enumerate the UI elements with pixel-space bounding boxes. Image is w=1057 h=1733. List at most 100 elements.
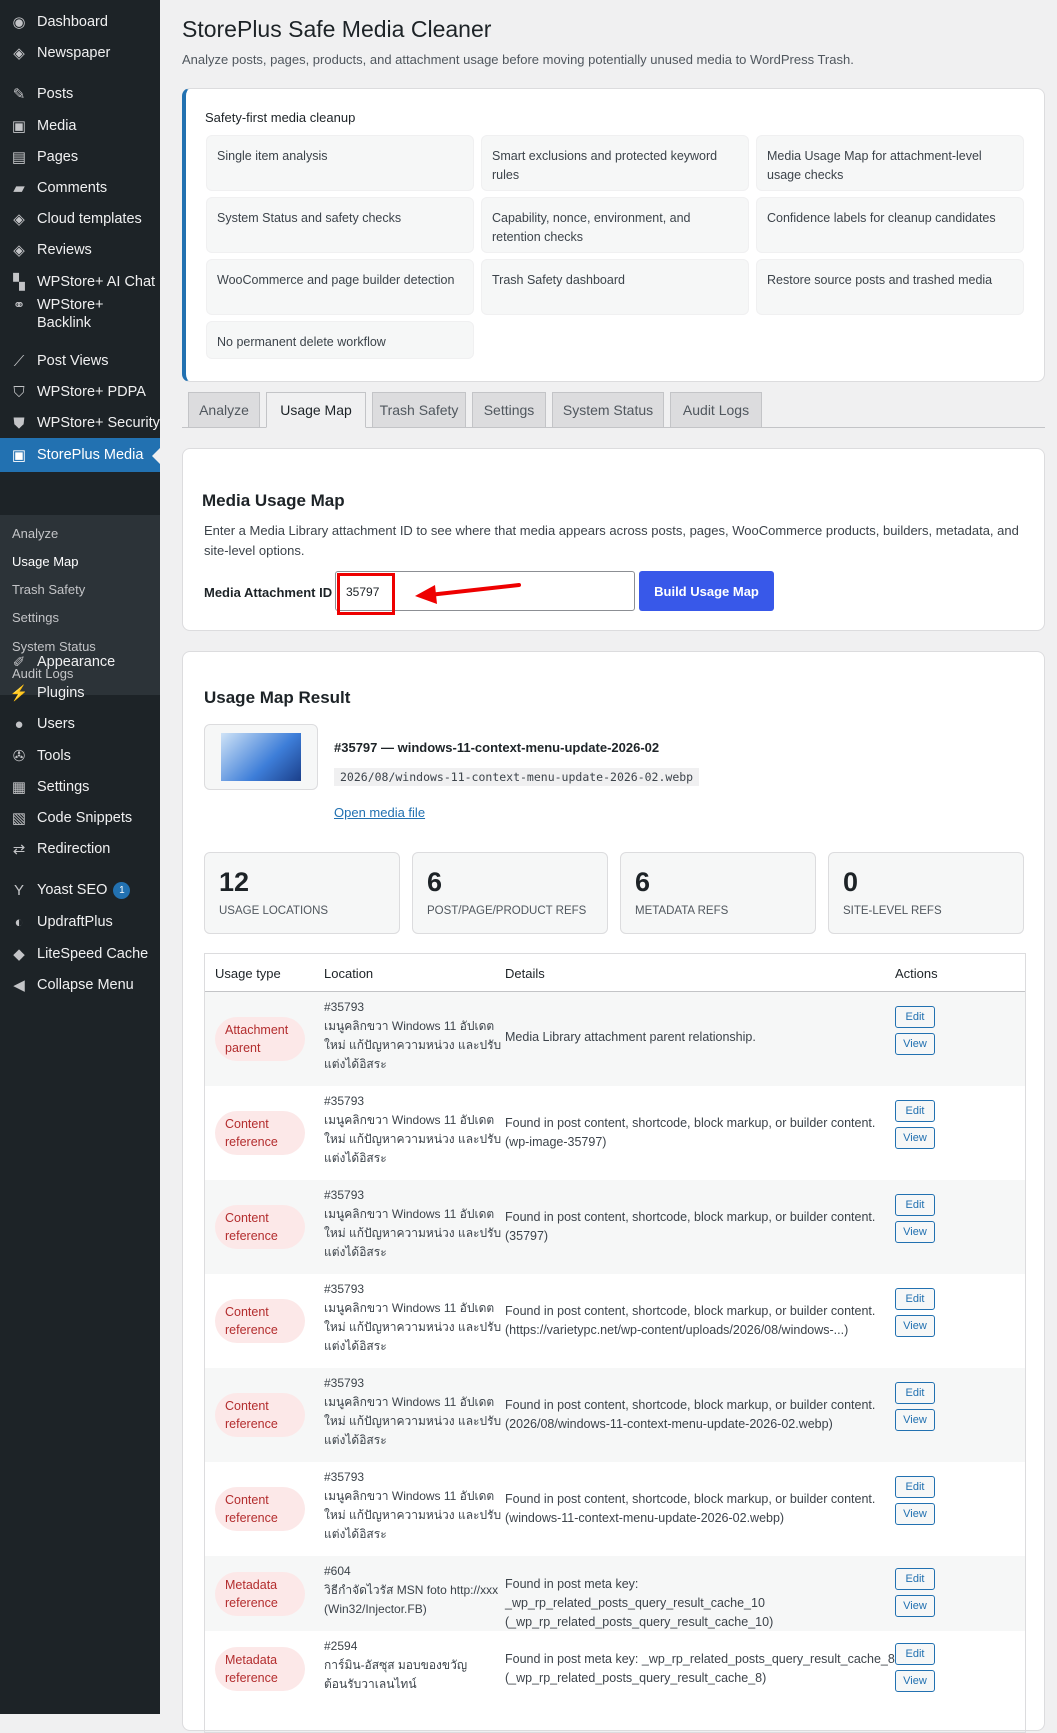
sidebar-item-label: Pages: [37, 149, 79, 165]
sidebar-item-wpstore-pdpa[interactable]: ⛉ WPStore+ PDPA: [0, 375, 160, 409]
submenu-item-usage-map[interactable]: Usage Map: [12, 554, 78, 569]
location-id: #35793: [324, 1000, 365, 1014]
edit-button[interactable]: Edit: [895, 1476, 935, 1498]
feature-item: Capability, nonce, environment, and rete…: [481, 197, 749, 253]
dashboard-icon: ◉: [12, 14, 26, 31]
stat-card: 6 METADATA REFS: [620, 852, 816, 934]
stat-value: 0: [843, 867, 859, 897]
sidebar-item-label: Yoast SEO: [37, 882, 108, 898]
tab-trash-safety[interactable]: Trash Safety: [372, 392, 466, 428]
feature-item: Single item analysis: [206, 135, 474, 191]
edit-button[interactable]: Edit: [895, 1382, 935, 1404]
location-title: เมนูคลิกขวา Windows 11 อัปเดตใหม่ แก้ปัญ…: [324, 1301, 502, 1353]
tab-settings[interactable]: Settings: [472, 392, 546, 428]
safety-title: Safety-first media cleanup: [205, 110, 356, 125]
sidebar-item-label: UpdraftPlus: [37, 914, 113, 930]
sidebar-item-label: Tools: [37, 748, 71, 764]
location-id: #35793: [324, 1282, 365, 1296]
sidebar-item-reviews[interactable]: ◈ Reviews: [0, 233, 160, 267]
submenu-item-settings[interactable]: Settings: [12, 610, 59, 625]
sidebar-item-comments[interactable]: ▰ Comments: [0, 171, 160, 205]
sidebar-item-cloud-templates[interactable]: ◈ Cloud templates: [0, 202, 160, 236]
location-title: เมนูคลิกขวา Windows 11 อัปเดตใหม่ แก้ปัญ…: [324, 1019, 502, 1071]
admin-sidebar: ◉ Dashboard ◈ Newspaper ✎ Posts ▣ Media ▤ Pages ▰ C…: [0, 0, 160, 1714]
sidebar-item-media[interactable]: ▣ Media: [0, 109, 160, 143]
usage-type-badge: Metadata reference: [215, 1646, 305, 1691]
sidebar-item-litespeed-cache[interactable]: ◆ LiteSpeed Cache: [0, 937, 160, 971]
submenu-item-trash-safety[interactable]: Trash Safety: [12, 582, 85, 597]
chart-icon: ⟋: [13, 352, 25, 370]
table-row: Content reference #35793 เมนูคลิกขวา Windo…: [205, 1274, 1025, 1368]
sidebar-item-label: WPStore+ PDPA: [37, 384, 146, 400]
location-id: #35793: [324, 1188, 365, 1202]
sidebar-item-storeplus-media[interactable]: ▣ StorePlus Media: [0, 438, 160, 472]
tab-analyze[interactable]: Analyze: [188, 392, 260, 428]
view-button[interactable]: View: [895, 1594, 935, 1617]
sidebar-item-wpstore-security[interactable]: ⛊ WPStore+ Security: [0, 406, 160, 440]
plugin-icon: ⚡: [9, 685, 29, 702]
sidebar-item-code-snippets[interactable]: ▧ Code Snippets: [0, 801, 160, 835]
view-button[interactable]: View: [895, 1221, 935, 1243]
usage-type-badge: Content reference: [215, 1299, 305, 1343]
view-button[interactable]: View: [895, 1503, 935, 1525]
usage-type-badge: Content reference: [215, 1487, 305, 1531]
sidebar-item-pages[interactable]: ▤ Pages: [0, 140, 160, 174]
edit-button[interactable]: Edit: [895, 1006, 935, 1028]
sidebar-item-collapse-menu[interactable]: ◀ Collapse Menu: [0, 968, 160, 1002]
thumbnail-image: [221, 733, 301, 781]
sidebar-item-label: Redirection: [37, 841, 111, 857]
stat-value: 6: [635, 867, 651, 897]
table-row: Attachment parent #35793 เมนูคลิกขวา Windo…: [205, 992, 1025, 1086]
edit-button[interactable]: Edit: [895, 1642, 935, 1665]
usage-type-badge: Content reference: [215, 1205, 305, 1249]
view-button[interactable]: View: [895, 1033, 935, 1055]
open-media-link[interactable]: Open media file: [334, 805, 425, 820]
sidebar-item-post-views[interactable]: ⟋ Post Views: [0, 344, 160, 378]
location-title: เมนูคลิกขวา Windows 11 อัปเดตใหม่ แก้ปัญ…: [324, 1207, 502, 1259]
view-button[interactable]: View: [895, 1315, 935, 1337]
table-row: Metadata reference #604 วิธีกำจัดไวรัส MSN…: [205, 1556, 1025, 1631]
details-cell: Found in post content, shortcode, block …: [505, 1304, 876, 1337]
usage-map-description: Enter a Media Library attachment ID to s…: [204, 523, 1019, 558]
edit-button[interactable]: Edit: [895, 1194, 935, 1216]
submenu-item-system-status[interactable]: System Status: [12, 639, 96, 654]
location-cell: #35793 เมนูคลิกขวา Windows 11 อัปเดตใหม่ …: [324, 998, 502, 1074]
location-title: การ์มิน-อัสซุส มอบของขวัญต้อนรับวาเลนไทน…: [324, 1658, 468, 1691]
sidebar-item-label: Comments: [37, 180, 108, 196]
sidebar-item-label: Media: [37, 118, 77, 134]
sidebar-item-tools[interactable]: ✇ Tools: [0, 739, 160, 773]
view-button[interactable]: View: [895, 1669, 935, 1692]
location-id: #35793: [324, 1470, 365, 1484]
view-button[interactable]: View: [895, 1127, 935, 1149]
sidebar-item-updraftplus[interactable]: ◐ UpdraftPlus: [0, 905, 160, 939]
submenu-item-analyze[interactable]: Analyze: [12, 526, 58, 541]
sidebar-item-label: Users: [37, 716, 75, 732]
location-title: เมนูคลิกขวา Windows 11 อัปเดตใหม่ แก้ปัญ…: [324, 1489, 502, 1541]
result-title: Usage Map Result: [204, 688, 351, 707]
newspaper-icon: ◈: [13, 45, 25, 62]
ai-chat-icon: ▚: [13, 274, 25, 291]
tab-audit-logs[interactable]: Audit Logs: [670, 392, 762, 428]
sidebar-item-newspaper[interactable]: ◈ Newspaper: [0, 36, 160, 70]
sidebar-item-dashboard[interactable]: ◉ Dashboard: [0, 5, 160, 39]
sidebar-item-plugins[interactable]: ⚡ Plugins: [0, 676, 160, 710]
media-path: 2026/08/windows-11-context-menu-update-2…: [334, 768, 700, 786]
sidebar-item-wpstore-backlink[interactable]: ⚭ WPStore+ Backlink: [0, 296, 160, 340]
sidebar-item-label: Newspaper: [37, 45, 111, 61]
tab-usage-map[interactable]: Usage Map: [266, 392, 366, 428]
tab-system-status[interactable]: System Status: [552, 392, 664, 428]
submenu-item-audit-logs[interactable]: Audit Logs: [12, 666, 73, 681]
sidebar-item-redirection[interactable]: ⇄ Redirection: [0, 832, 160, 866]
sidebar-item-wpstore-ai-chat[interactable]: ▚ WPStore+ AI Chat: [0, 265, 160, 299]
sidebar-item-yoast-seo[interactable]: Y Yoast SEO 1: [0, 873, 160, 907]
edit-button[interactable]: Edit: [895, 1567, 935, 1590]
usage-map-result-panel: Usage Map Result #35797 — windows-11-con…: [182, 651, 1045, 1733]
pages-icon: ▤: [11, 149, 27, 166]
build-usage-map-button[interactable]: Build Usage Map: [639, 571, 774, 611]
sidebar-item-posts[interactable]: ✎ Posts: [0, 77, 160, 111]
view-button[interactable]: View: [895, 1409, 935, 1431]
edit-button[interactable]: Edit: [895, 1288, 935, 1310]
sidebar-item-users[interactable]: ● Users: [0, 707, 160, 741]
sidebar-item-settings[interactable]: ▦ Settings: [0, 770, 160, 804]
edit-button[interactable]: Edit: [895, 1100, 935, 1122]
